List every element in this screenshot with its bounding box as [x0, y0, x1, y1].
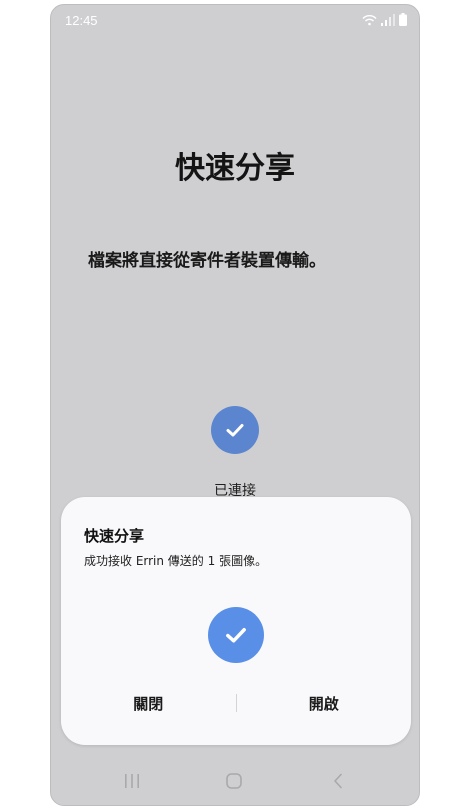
navigation-bar — [51, 757, 419, 805]
dialog-message: 成功接收 Errin 傳送的 1 張圖像。 — [84, 554, 268, 568]
received-dialog: 快速分享 成功接收 Errin 傳送的 1 張圖像。 關閉 開啟 — [61, 497, 411, 745]
signal-icon — [381, 13, 395, 26]
open-button[interactable]: 開啟 — [237, 685, 412, 722]
wifi-icon — [362, 14, 377, 25]
dialog-title: 快速分享 — [84, 527, 145, 545]
transfer-description: 檔案將直接從寄件者裝置傳輸。 — [88, 251, 326, 271]
battery-icon — [399, 13, 407, 26]
status-time: 12:45 — [65, 13, 98, 28]
check-icon — [226, 424, 244, 437]
dialog-buttons: 關閉 開啟 — [61, 683, 411, 723]
phone-screen: 12:45 快速分享 檔案將直接從寄件者裝置傳輸。 已連接 快速分享 成功接收 … — [50, 4, 420, 806]
connected-status-circle — [211, 406, 259, 454]
back-icon[interactable] — [333, 773, 343, 789]
close-button[interactable]: 關閉 — [61, 685, 236, 722]
success-circle — [208, 607, 264, 663]
home-icon[interactable] — [226, 773, 242, 789]
status-icons — [362, 13, 407, 26]
recents-icon[interactable] — [123, 773, 141, 789]
check-icon — [226, 628, 246, 643]
status-bar: 12:45 — [51, 5, 419, 35]
page-title: 快速分享 — [175, 151, 295, 186]
